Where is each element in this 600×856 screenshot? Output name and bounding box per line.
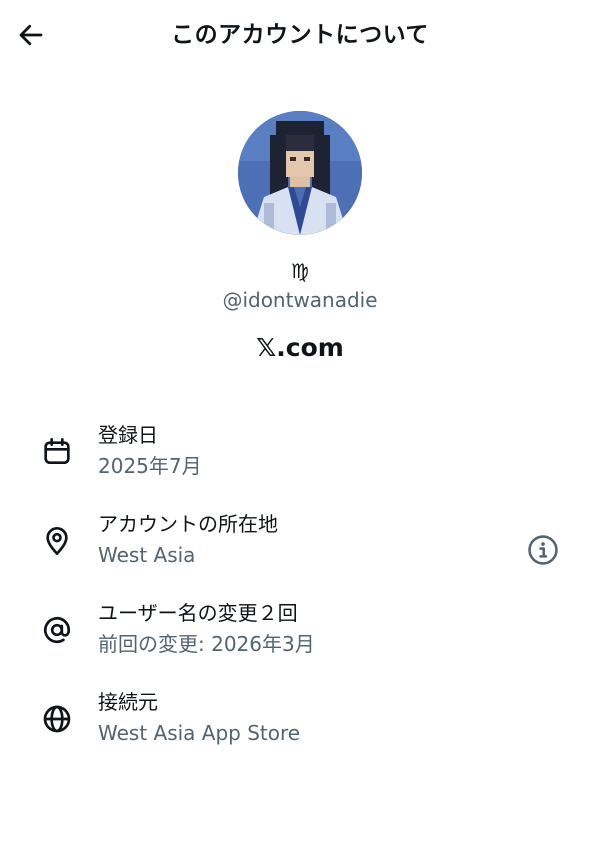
detail-row-connected-via: 接続元 West Asia App Store — [0, 685, 600, 749]
detail-value: West Asia App Store — [98, 721, 301, 745]
location-pin-icon — [38, 522, 76, 560]
detail-row-joined: 登録日 2025年7月 — [0, 418, 600, 482]
zodiac-sign: ♍ — [291, 259, 309, 283]
globe-icon — [38, 700, 76, 738]
detail-label: 登録日 — [98, 423, 158, 447]
user-handle: @idontwanadie — [222, 288, 378, 312]
calendar-icon — [38, 433, 76, 471]
detail-value: 前回の変更: 2026年3月 — [98, 632, 315, 656]
detail-label: 接続元 — [98, 690, 158, 714]
source-site: 𝕏.com — [256, 333, 344, 362]
avatar — [238, 111, 362, 235]
detail-label: アカウントの所在地 — [98, 512, 278, 536]
detail-value: West Asia — [98, 543, 196, 567]
at-sign-icon — [38, 611, 76, 649]
page-title: このアカウントについて — [171, 22, 429, 48]
detail-label: ユーザー名の変更２回 — [98, 601, 298, 625]
detail-row-location: アカウントの所在地 West Asia — [0, 507, 600, 571]
location-info-button[interactable] — [524, 531, 562, 569]
info-icon — [528, 535, 558, 565]
detail-row-username-changes: ユーザー名の変更２回 前回の変更: 2026年3月 — [0, 596, 600, 660]
top-bar: このアカウントについて — [0, 0, 600, 70]
detail-value: 2025年7月 — [98, 454, 202, 478]
